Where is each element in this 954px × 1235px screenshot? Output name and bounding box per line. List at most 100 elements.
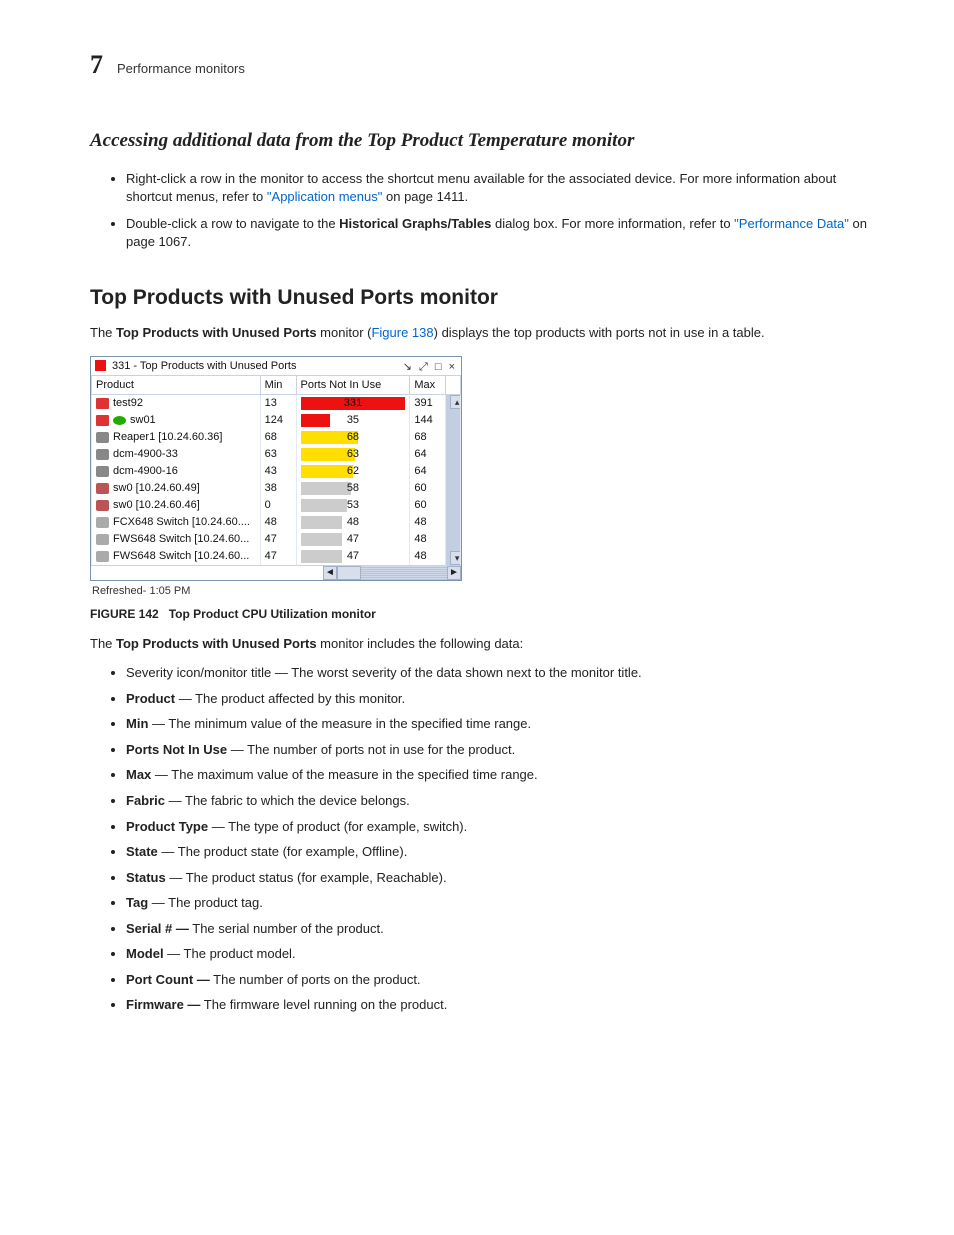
ports-bar-cell: 48 xyxy=(296,514,410,531)
ports-value: 53 xyxy=(301,499,406,512)
vertical-scrollbar[interactable] xyxy=(446,531,461,548)
device-icon xyxy=(96,483,109,494)
list-item: Fabric — The fabric to which the device … xyxy=(126,792,874,810)
section-intro: The Top Products with Unused Ports monit… xyxy=(90,324,874,342)
status-dot-icon xyxy=(113,416,126,425)
field-desc: — The product state (for example, Offlin… xyxy=(158,844,408,859)
list-item: Status — The product status (for example… xyxy=(126,869,874,887)
list-item: Firmware — The firmware level running on… xyxy=(126,996,874,1014)
field-desc: — The product status (for example, Reach… xyxy=(166,870,447,885)
access-bullets: Right-click a row in the monitor to acce… xyxy=(90,170,874,250)
col-product[interactable]: Product xyxy=(92,376,261,395)
figure-link[interactable]: Figure 138 xyxy=(371,325,433,340)
device-icon xyxy=(96,517,109,528)
text: monitor includes the following data: xyxy=(317,636,524,651)
scroll-up-icon[interactable]: ▴ xyxy=(450,395,460,409)
text: Double-click a row to navigate to the xyxy=(126,216,339,231)
field-desc: — The number of ports not in use for the… xyxy=(227,742,515,757)
vertical-scrollbar[interactable] xyxy=(446,429,461,446)
min-cell: 47 xyxy=(260,548,296,565)
text: ) displays the top products with ports n… xyxy=(434,325,765,340)
max-cell: 68 xyxy=(410,429,446,446)
min-cell: 124 xyxy=(260,412,296,429)
product-name: dcm-4900-16 xyxy=(113,465,178,477)
table-row[interactable]: test9213331391▴ xyxy=(92,394,461,412)
scroll-right-icon[interactable]: ► xyxy=(447,566,461,580)
max-cell: 64 xyxy=(410,463,446,480)
ports-value: 63 xyxy=(301,448,406,461)
field-desc: — The product model. xyxy=(164,946,296,961)
list-item: State — The product state (for example, … xyxy=(126,843,874,861)
window-controls[interactable]: ↘ ⤢ □ × xyxy=(403,360,457,374)
table-row[interactable]: sw0 [10.24.60.46] 0 53 60 xyxy=(92,497,461,514)
table-row[interactable]: FCX648 Switch [10.24.60....484848 xyxy=(92,514,461,531)
text: dialog box. For more information, refer … xyxy=(495,216,734,231)
max-cell: 48 xyxy=(410,548,446,565)
field-desc: The number of ports on the product. xyxy=(210,972,421,987)
scroll-left-icon[interactable]: ◄ xyxy=(323,566,337,580)
table-row[interactable]: dcm-4900-33636364 xyxy=(92,446,461,463)
table-row[interactable]: sw0112435144 xyxy=(92,412,461,429)
list-item: Right-click a row in the monitor to acce… xyxy=(126,170,874,205)
ports-bar-cell: 35 xyxy=(296,412,410,429)
ports-bar-cell: 47 xyxy=(296,548,410,565)
device-icon xyxy=(96,449,109,460)
text: The xyxy=(90,636,116,651)
ports-value: 47 xyxy=(301,533,406,546)
vertical-scrollbar[interactable] xyxy=(446,446,461,463)
max-cell: 144 xyxy=(410,412,446,429)
device-icon xyxy=(96,432,109,443)
list-item: Product Type — The type of product (for … xyxy=(126,818,874,836)
scroll-thumb[interactable] xyxy=(337,566,361,580)
vertical-scrollbar[interactable] xyxy=(446,412,461,429)
product-cell: FWS648 Switch [10.24.60... xyxy=(92,531,261,548)
data-field-list: Severity icon/monitor title — The worst … xyxy=(90,664,874,1014)
list-item: Min — The minimum value of the measure i… xyxy=(126,715,874,733)
vertical-scrollbar[interactable] xyxy=(446,514,461,531)
table-row[interactable]: Reaper1 [10.24.60.36]686868 xyxy=(92,429,461,446)
monitor-titlebar: 331 - Top Products with Unused Ports ↘ ⤢… xyxy=(91,357,461,376)
col-min[interactable]: Min xyxy=(260,376,296,395)
product-name: FCX648 Switch [10.24.60.... xyxy=(113,516,250,528)
vertical-scrollbar[interactable]: ▴ xyxy=(446,394,461,412)
application-menus-link[interactable]: "Application menus" xyxy=(267,189,382,204)
table-row[interactable]: FWS648 Switch [10.24.60...474748 xyxy=(92,531,461,548)
list-item: Double-click a row to navigate to the Hi… xyxy=(126,215,874,250)
performance-data-link[interactable]: "Performance Data" xyxy=(734,216,849,231)
max-cell: 60 xyxy=(410,497,446,514)
vertical-scrollbar[interactable]: ▾ xyxy=(446,548,461,565)
severity-icon xyxy=(95,360,106,371)
field-term: Fabric xyxy=(126,793,165,808)
list-item: Max — The maximum value of the measure i… xyxy=(126,766,874,784)
col-ports[interactable]: Ports Not In Use xyxy=(296,376,410,395)
product-name: sw0 [10.24.60.49] xyxy=(113,482,200,494)
section-title: Top Products with Unused Ports monitor xyxy=(90,286,874,310)
min-cell: 0 xyxy=(260,497,296,514)
table-row[interactable]: FWS648 Switch [10.24.60...474748▾ xyxy=(92,548,461,565)
device-icon xyxy=(96,551,109,562)
vertical-scrollbar[interactable] xyxy=(446,463,461,480)
max-cell: 64 xyxy=(410,446,446,463)
field-term: Status xyxy=(126,870,166,885)
vertical-scrollbar[interactable] xyxy=(446,480,461,497)
product-name: sw0 [10.24.60.46] xyxy=(113,499,200,511)
field-desc: — The product affected by this monitor. xyxy=(175,691,405,706)
vertical-scrollbar[interactable] xyxy=(446,497,461,514)
min-cell: 48 xyxy=(260,514,296,531)
field-desc: — The fabric to which the device belongs… xyxy=(165,793,410,808)
ports-value: 331 xyxy=(301,397,406,410)
col-max[interactable]: Max xyxy=(410,376,446,395)
product-name: FWS648 Switch [10.24.60... xyxy=(113,533,249,545)
scroll-down-icon[interactable]: ▾ xyxy=(450,551,460,565)
after-figure-para: The Top Products with Unused Ports monit… xyxy=(90,635,874,653)
device-icon xyxy=(96,534,109,545)
device-icon xyxy=(96,466,109,477)
monitor-name-bold: Top Products with Unused Ports xyxy=(116,325,317,340)
table-row[interactable]: dcm-4900-16436264 xyxy=(92,463,461,480)
list-item: Product — The product affected by this m… xyxy=(126,690,874,708)
horizontal-scrollbar[interactable]: ◄ ► xyxy=(91,565,461,580)
field-term: Max xyxy=(126,767,151,782)
figure-caption: FIGURE 142 Top Product CPU Utilization m… xyxy=(90,607,874,621)
table-row[interactable]: sw0 [10.24.60.49]385860 xyxy=(92,480,461,497)
product-cell: FCX648 Switch [10.24.60.... xyxy=(92,514,261,531)
